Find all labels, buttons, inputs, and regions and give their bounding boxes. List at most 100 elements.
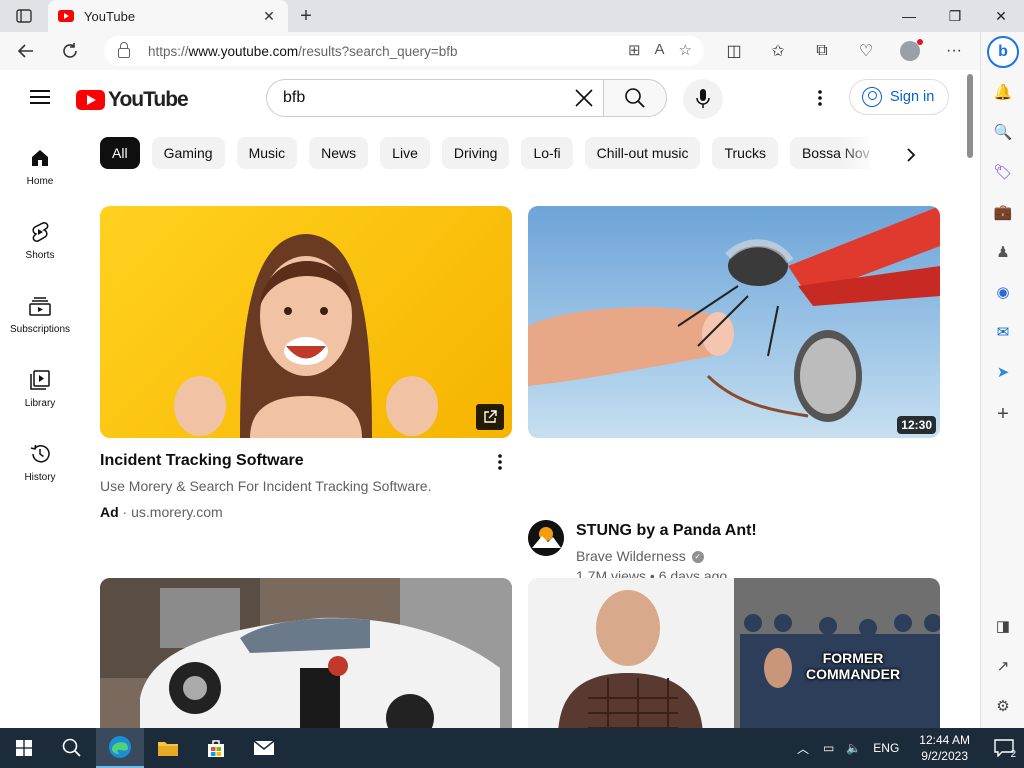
youtube-header: YouTube bfb Sign in xyxy=(0,70,964,126)
chip-chill-out-music[interactable]: Chill-out music xyxy=(584,137,701,169)
chips-next-chevron-icon[interactable] xyxy=(897,141,925,169)
browser-tab[interactable]: YouTube ✕ xyxy=(48,0,288,32)
video-thumbnail-commander[interactable]: FORMER COMMANDER xyxy=(528,578,940,728)
guide-label-shorts: Shorts xyxy=(25,250,55,261)
settings-kebab-icon[interactable] xyxy=(808,86,832,110)
guide-item-shorts[interactable]: Shorts xyxy=(4,206,76,270)
guide-item-library[interactable]: Library xyxy=(4,354,76,418)
collections-icon[interactable]: ⧉ xyxy=(804,36,840,66)
notifications-bell-icon[interactable]: 🔔 xyxy=(991,80,1015,104)
language-indicator[interactable]: ENG xyxy=(873,741,899,755)
chip-driving[interactable]: Driving xyxy=(441,137,510,169)
microsoft365-icon[interactable]: ◉ xyxy=(991,280,1015,304)
chip-trucks[interactable]: Trucks xyxy=(712,137,778,169)
chip-gaming[interactable]: Gaming xyxy=(151,137,225,169)
shorts-icon xyxy=(28,220,52,244)
taskbar-mail-button[interactable] xyxy=(240,728,288,768)
tab-close-icon[interactable]: ✕ xyxy=(260,8,278,25)
tab-actions-icon[interactable] xyxy=(10,6,38,26)
video-thumbnail-car[interactable] xyxy=(100,578,512,728)
url-text[interactable]: https://www.youtube.com/results?search_q… xyxy=(148,44,458,59)
search-value[interactable]: bfb xyxy=(283,89,604,107)
clear-search-icon[interactable] xyxy=(572,86,596,110)
drop-send-icon[interactable]: ➤ xyxy=(991,360,1015,384)
guide-item-history[interactable]: History xyxy=(4,428,76,492)
add-sidebar-app-icon[interactable]: + xyxy=(991,402,1015,426)
address-bar[interactable]: https://www.youtube.com/results?search_q… xyxy=(104,36,704,66)
notification-count: 2 xyxy=(1010,749,1016,760)
tools-briefcase-icon[interactable]: 💼 xyxy=(991,200,1015,224)
taskbar-edge-button[interactable] xyxy=(96,728,144,768)
hide-sidebar-icon[interactable]: ◨ xyxy=(991,614,1015,638)
guide-item-home[interactable]: Home xyxy=(4,132,76,196)
show-hidden-icons-chevron-icon[interactable]: ︿ xyxy=(797,740,809,757)
panda-ant-thumbnail-image xyxy=(528,206,940,422)
search-button[interactable] xyxy=(603,79,667,117)
read-aloud-icon[interactable]: A xyxy=(655,41,665,59)
favorites-icon[interactable]: ✩ xyxy=(760,36,796,66)
bing-chat-icon[interactable]: b xyxy=(987,36,1019,68)
commander-thumbnail-caption: FORMER COMMANDER xyxy=(806,650,901,682)
microphone-icon xyxy=(696,89,710,108)
voice-search-button[interactable] xyxy=(683,79,723,119)
ad-source[interactable]: Ad · us.morery.com xyxy=(100,504,223,520)
channel-name[interactable]: Brave Wilderness ✓ xyxy=(576,548,704,564)
sidebar-search-icon[interactable]: 🔍 xyxy=(991,120,1015,144)
search-icon xyxy=(625,88,645,108)
app-available-icon[interactable]: ⊞ xyxy=(628,41,641,59)
chip-music[interactable]: Music xyxy=(236,137,298,169)
windows-taskbar: ︿ ▭ 🔈 ENG 12:44 AM 9/2/2023 2 xyxy=(0,728,1024,768)
browser-essentials-icon[interactable]: ♡ xyxy=(848,36,884,66)
games-icon[interactable]: ♟ xyxy=(991,240,1015,264)
minimize-button[interactable]: — xyxy=(886,0,932,32)
refresh-button[interactable] xyxy=(52,36,88,66)
chip-news[interactable]: News xyxy=(309,137,369,169)
youtube-logo-icon xyxy=(76,90,105,110)
ad-thumbnail[interactable] xyxy=(100,206,512,438)
channel-avatar-brave-wilderness[interactable] xyxy=(528,520,564,556)
split-screen-icon[interactable]: ◫ xyxy=(716,36,752,66)
page-scrollbar[interactable] xyxy=(966,72,974,726)
ad-menu-kebab-icon[interactable] xyxy=(490,452,510,472)
clock[interactable]: 12:44 AM 9/2/2023 xyxy=(919,732,970,764)
taskbar-search-button[interactable] xyxy=(48,728,96,768)
more-options-icon[interactable]: ··· xyxy=(936,36,972,66)
sidebar-settings-icon[interactable]: ⚙ xyxy=(991,694,1015,718)
window-close-button[interactable]: ✕ xyxy=(978,0,1024,32)
start-button[interactable] xyxy=(0,728,48,768)
external-link-icon[interactable] xyxy=(476,404,504,430)
volume-muted-icon[interactable]: 🔈 xyxy=(846,741,861,755)
chip-lofi[interactable]: Lo-fi xyxy=(521,137,573,169)
page-scrollbar-thumb[interactable] xyxy=(967,74,973,158)
browser-toolbar: https://www.youtube.com/results?search_q… xyxy=(0,32,980,70)
back-button[interactable] xyxy=(8,36,44,66)
network-icon[interactable]: ▭ xyxy=(823,741,834,755)
external-open-icon[interactable]: ↗ xyxy=(991,654,1015,678)
video-title-panda-ant[interactable]: STUNG by a Panda Ant! xyxy=(576,522,757,540)
youtube-logo[interactable]: YouTube xyxy=(76,88,189,112)
restore-button[interactable]: ❐ xyxy=(932,0,978,32)
chip-all[interactable]: All xyxy=(100,137,140,169)
channel-name-text: Brave Wilderness xyxy=(576,548,686,564)
chip-live[interactable]: Live xyxy=(380,137,430,169)
youtube-favicon-icon xyxy=(58,10,74,22)
profile-button[interactable] xyxy=(892,36,928,66)
lock-icon[interactable] xyxy=(118,42,130,58)
ad-title[interactable]: Incident Tracking Software xyxy=(100,452,304,470)
favorite-star-icon[interactable]: ☆ xyxy=(679,41,692,59)
guide-item-subscriptions[interactable]: Subscriptions xyxy=(4,280,76,344)
video-thumbnail-panda-ant[interactable]: 12:30 xyxy=(528,206,940,438)
guide-menu-icon[interactable] xyxy=(30,90,50,104)
profile-avatar-icon xyxy=(900,39,923,61)
guide-label-history: History xyxy=(24,472,56,483)
ad-thumbnail-image xyxy=(174,234,438,438)
sign-in-button[interactable]: Sign in xyxy=(849,79,949,115)
search-input[interactable]: bfb xyxy=(266,79,604,117)
new-tab-button[interactable]: + xyxy=(294,4,318,28)
shopping-tag-icon[interactable]: 🏷 xyxy=(991,160,1015,184)
notification-center-button[interactable]: 2 xyxy=(984,728,1024,768)
taskbar-file-explorer-button[interactable] xyxy=(144,728,192,768)
taskbar-store-button[interactable] xyxy=(192,728,240,768)
outlook-icon[interactable]: ✉ xyxy=(991,320,1015,344)
library-icon xyxy=(28,368,52,392)
